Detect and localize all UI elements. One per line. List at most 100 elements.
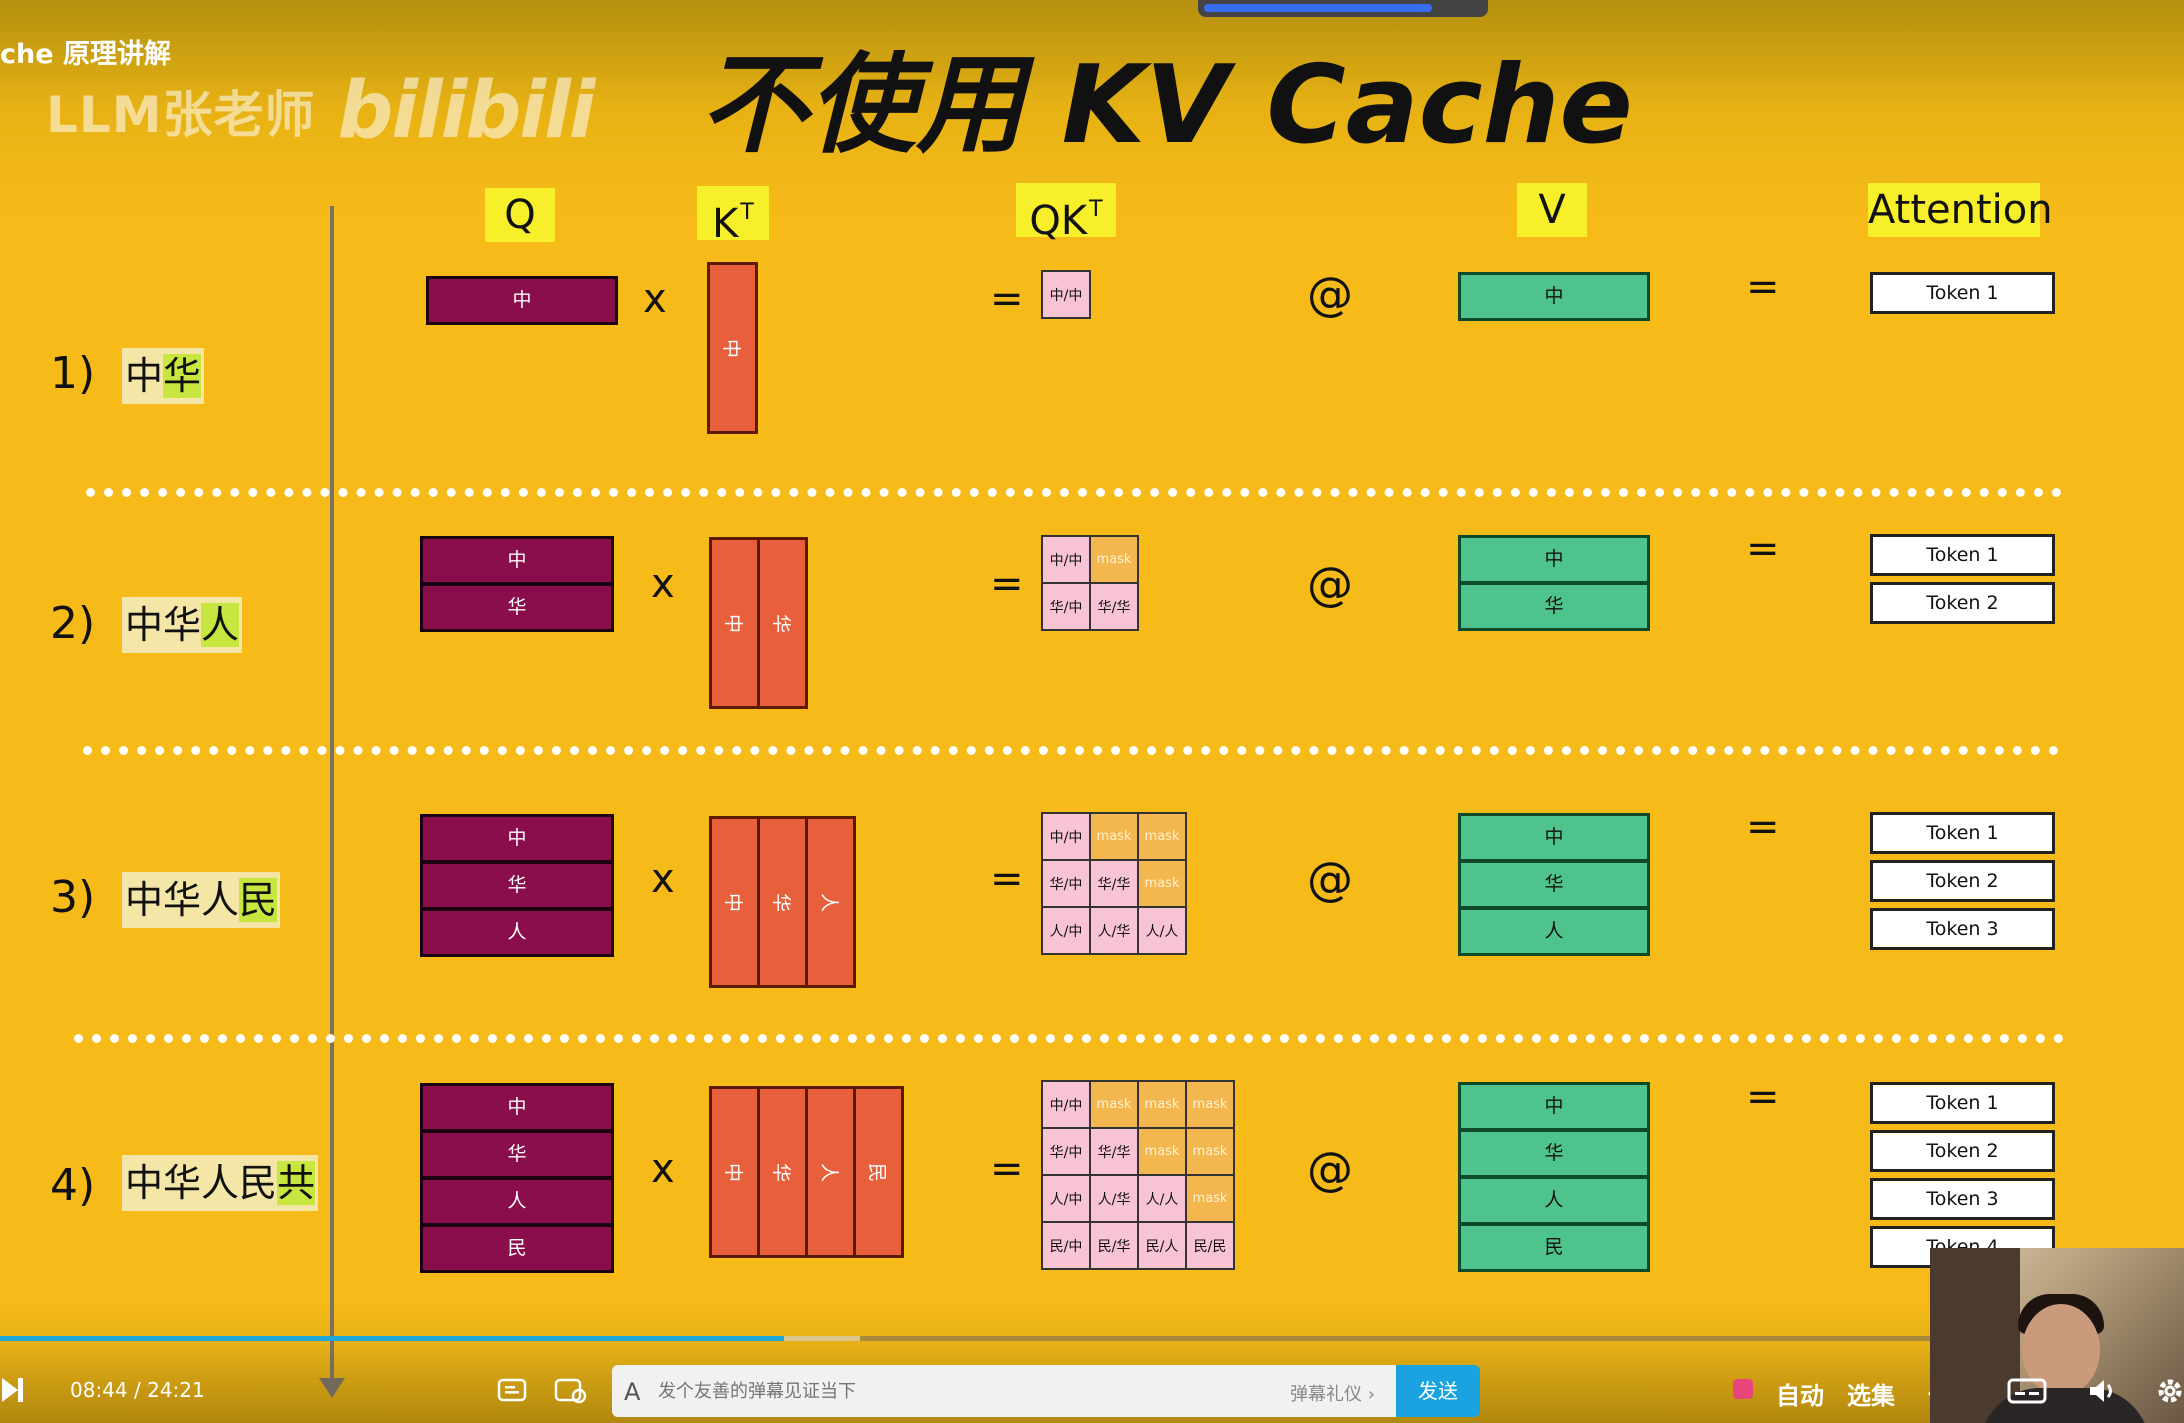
multiply-operator: x [651,1146,675,1192]
send-button[interactable]: 发送 [1396,1365,1480,1417]
matmul-operator: @ [1307,267,1353,321]
k-column-label: 华 [769,892,792,912]
watermark: LLM张老师 bilibili [46,66,596,156]
timeline-axis [330,206,334,1386]
progress-played [0,1336,785,1341]
v-row: 中 [1461,538,1647,581]
qk-score-cell: 华/中 [1043,861,1089,906]
q-row: 中 [423,817,611,860]
q-matrix: 中华 [420,536,614,632]
multiply-operator: x [643,276,667,322]
q-row: 人 [423,911,611,954]
k-column-label: 华 [769,1162,792,1182]
danmaku-toggle-icon[interactable] [497,1376,529,1412]
time-total: 24:21 [147,1378,205,1402]
qk-score-cell: 人/华 [1091,1176,1137,1221]
q-row: 华 [423,1133,611,1176]
attention-token: Token 1 [1870,812,2055,854]
q-matrix: 中华人民 [420,1083,614,1273]
attention-token: Token 3 [1870,1178,2055,1220]
danmaku-etiquette-link[interactable]: 弹幕礼仪 › [1290,1380,1375,1406]
sequence-new-token: 共 [277,1161,316,1205]
bilibili-logo: bilibili [337,66,595,156]
k-superscript: T [740,200,754,225]
k-column-label: 人 [817,892,840,912]
qk-score-cell: 民/中 [1043,1223,1089,1268]
multiply-operator: x [651,561,675,607]
k-column: 中 [710,265,755,431]
qk-mask-cell: mask [1091,814,1137,859]
qk-score-matrix: 中/中 [1041,270,1091,319]
q-row: 人 [423,1180,611,1223]
column-header-q: Q [485,188,555,242]
qk-superscript: T [1089,197,1103,222]
k-column: 中 [712,819,757,985]
v-row: 中 [1461,1085,1647,1128]
presenter-webcam [1930,1248,2184,1423]
qk-score-cell: 民/民 [1187,1223,1233,1268]
equals-operator: = [1746,526,1780,572]
v-row: 人 [1461,1179,1647,1222]
qk-mask-cell: mask [1091,1082,1137,1127]
k-column: 人 [808,1089,853,1255]
k-column: 华 [760,819,805,985]
sequence-new-token: 民 [239,878,278,922]
multiply-operator: x [651,856,675,902]
step-number: 3) [50,872,96,923]
equals-operator: = [990,276,1024,322]
top-loading-bar [1198,0,1488,17]
attention-token: Token 1 [1870,272,2055,314]
equals-operator: = [1746,264,1780,310]
k-column-label: 中 [721,613,744,633]
qk-score-cell: 中/中 [1043,272,1089,317]
ai-subtitle-icon[interactable] [1733,1379,1753,1399]
settings-icon[interactable] [2156,1377,2184,1409]
attention-token: Token 1 [1870,1082,2055,1124]
watermark-author: LLM张老师 [46,86,316,144]
q-row: 华 [423,864,611,907]
time-display: 08:44 / 24:21 [70,1378,205,1402]
q-row: 华 [423,586,611,629]
k-column: 华 [760,540,805,706]
step-sequence: 中华人 [122,597,243,653]
danmaku-style-icon[interactable]: A [624,1378,640,1406]
k-column-label: 华 [769,613,792,633]
play-pause-icon[interactable] [2,1378,18,1402]
attention-output: Token 1 Token 2 Token 3 Token 4 [1870,1082,2055,1268]
qk-score-cell: 华/华 [1091,1129,1137,1174]
equals-operator: = [1746,1074,1780,1120]
subtitle-icon[interactable] [2007,1378,2047,1408]
column-header-attention: Attention [1868,183,2053,237]
attention-output: Token 1 Token 2 Token 3 [1870,812,2055,950]
qk-score-matrix: 中/中 mask mask mask 华/中 华/华 mask mask 人/中 人/华 人/人 ma… [1041,1080,1235,1270]
qk-score-cell: 民/华 [1091,1223,1137,1268]
q-row: 中 [423,539,611,582]
k-label: K [712,201,739,247]
qk-score-cell: 人/华 [1091,908,1137,953]
k-column: 民 [856,1089,901,1255]
qk-score-matrix: 中/中 mask mask 华/中 华/华 mask 人/中 人/华 人/人 [1041,812,1187,955]
danmaku-input[interactable] [656,1380,1260,1403]
qk-score-cell: 华/华 [1091,861,1137,906]
qk-mask-cell: mask [1139,1129,1185,1174]
qk-mask-cell: mask [1187,1176,1233,1221]
q-matrix: 中华人 [420,814,614,957]
auto-button[interactable]: 自动 [1776,1376,1824,1411]
qk-mask-cell: mask [1139,861,1185,906]
matmul-operator: @ [1307,1142,1353,1196]
qk-score-cell: 人/中 [1043,1176,1089,1221]
danmaku-settings-icon[interactable] [554,1376,588,1412]
sequence-prefix: 中华人民 [125,1161,278,1205]
k-column-label: 中 [721,1162,744,1182]
volume-icon[interactable] [2087,1377,2119,1409]
k-column: 人 [808,819,853,985]
qk-score-cell: 华/中 [1043,584,1089,629]
video-player[interactable]: che 原理讲解 LLM张老师 bilibili 不使用 KV Cache Q … [0,0,2184,1423]
qk-score-cell: 中/中 [1043,537,1089,582]
v-row: 中 [1461,816,1647,859]
episodes-button[interactable]: 选集 [1847,1376,1895,1411]
next-icon[interactable] [18,1378,23,1402]
sequence-new-token: 华 [163,354,202,398]
column-header-k: KT [697,186,769,247]
qk-score-cell: 人/中 [1043,908,1089,953]
